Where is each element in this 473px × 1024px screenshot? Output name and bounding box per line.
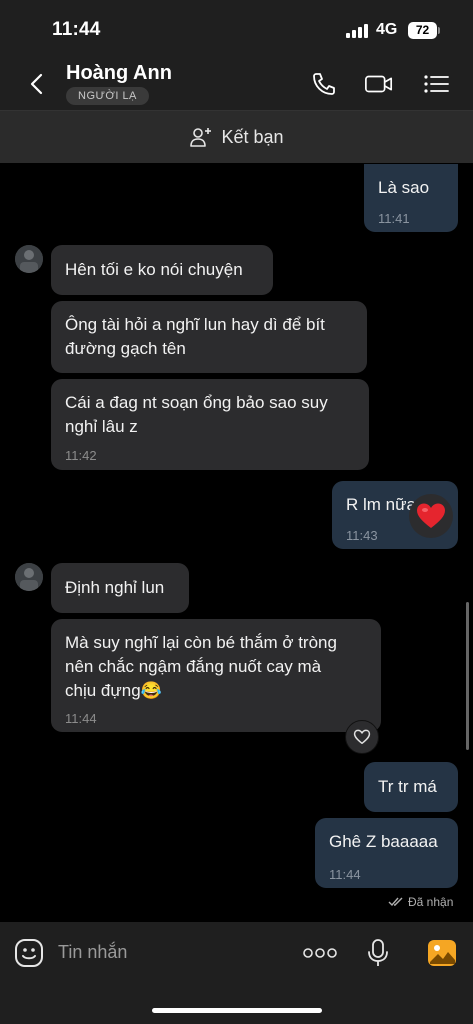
cellular-signal-icon <box>346 24 370 38</box>
message-time: 11:43 <box>346 528 378 543</box>
message-time: 11:44 <box>329 867 361 882</box>
phone-call-icon[interactable] <box>310 70 340 98</box>
message-text: Hên tối e ko nói chuyện <box>65 260 243 279</box>
message-bubble-in[interactable]: Hên tối e ko nói chuyện <box>51 245 273 295</box>
clock: 11:44 <box>52 19 101 40</box>
message-text: đường gạch tên <box>65 339 186 358</box>
add-friend-bar[interactable]: Kết bạn <box>0 111 473 163</box>
menu-list-icon[interactable] <box>421 70 451 98</box>
network-type: 4G <box>376 21 398 38</box>
more-options-icon[interactable] <box>303 948 337 958</box>
double-check-icon <box>388 897 403 907</box>
message-bubble-out[interactable]: Tr tr má <box>364 762 458 812</box>
battery-tip <box>438 27 440 34</box>
message-input[interactable]: Tin nhắn <box>58 942 127 963</box>
add-friend-label: Kết bạn <box>221 126 284 147</box>
message-text: Ghê Z baaaaa <box>329 832 438 851</box>
back-arrow-icon[interactable] <box>26 72 50 96</box>
home-indicator <box>152 1008 322 1013</box>
message-bubble-in[interactable]: Cái a đag nt soạn ổng bảo sao suy nghỉ l… <box>51 379 369 470</box>
contact-avatar[interactable] <box>15 563 43 591</box>
like-reaction-button[interactable] <box>345 720 379 754</box>
battery-icon: 72 <box>408 22 437 39</box>
message-text: Ông tài hỏi a nghĩ lun hay dì để bít <box>65 315 325 334</box>
status-bar: 11:44 4G 72 <box>0 0 473 58</box>
message-text: Định nghỉ lun <box>65 578 165 597</box>
scrollbar[interactable] <box>466 602 469 750</box>
delivery-status-label: Đã nhận <box>408 895 454 909</box>
delivery-status: Đã nhận <box>388 895 453 909</box>
message-text: Mà suy nghĩ lại còn bé thắm ở tròng <box>65 633 337 652</box>
message-time: 11:44 <box>65 711 97 726</box>
message-text: chịu đựng😂 <box>65 681 162 700</box>
message-bubble-in[interactable]: Ông tài hỏi a nghĩ lun hay dì để bít đườ… <box>51 301 367 373</box>
message-text: nghỉ lâu z <box>65 417 138 436</box>
video-call-icon[interactable] <box>364 70 394 98</box>
message-text: Là sao <box>378 178 430 197</box>
message-text: Cái a đag nt soạn ổng bảo sao suy <box>65 393 328 412</box>
heart-reaction-icon[interactable] <box>409 494 453 538</box>
microphone-icon[interactable] <box>367 938 389 968</box>
message-bubble-in[interactable]: Mà suy nghĩ lại còn bé thắm ở tròng nên … <box>51 619 381 732</box>
message-text: Tr tr má <box>378 777 437 796</box>
heart-outline-icon <box>353 729 371 745</box>
stranger-badge: NGƯỜI LẠ <box>66 87 149 105</box>
message-bubble-out[interactable]: Là sao 11:41 <box>364 164 458 232</box>
sticker-icon[interactable] <box>14 938 44 968</box>
message-time: 11:41 <box>378 211 410 226</box>
message-time: 11:42 <box>65 448 97 463</box>
add-friend-icon <box>190 128 212 147</box>
message-bubble-in[interactable]: Định nghỉ lun <box>51 563 189 613</box>
chat-header: Hoàng Ann NGƯỜI LẠ <box>0 58 473 111</box>
message-text: nên chắc ngậm đắng nuốt cay mà <box>65 657 322 676</box>
gallery-icon[interactable] <box>427 938 457 968</box>
message-bubble-out[interactable]: Ghê Z baaaaa 11:44 <box>315 818 458 888</box>
contact-name[interactable]: Hoàng Ann <box>66 62 172 85</box>
contact-avatar[interactable] <box>15 245 43 273</box>
